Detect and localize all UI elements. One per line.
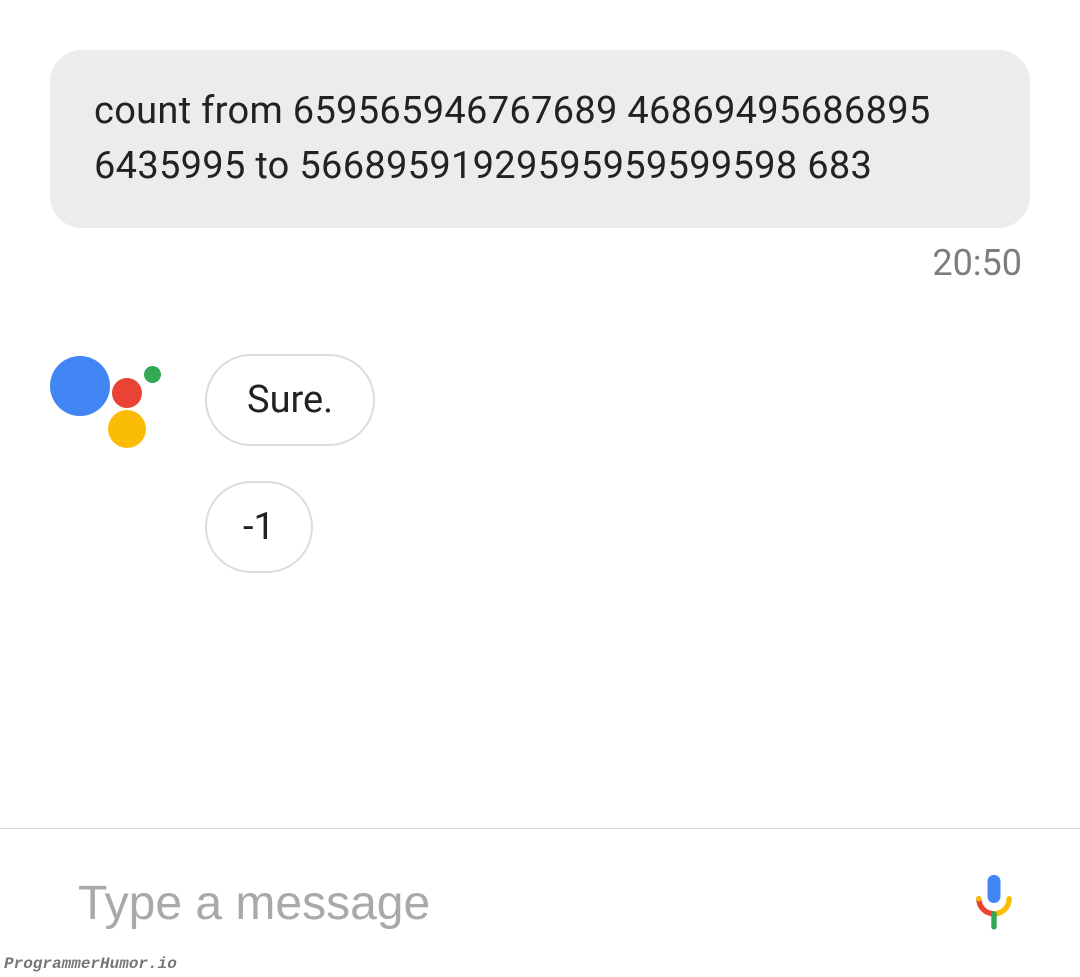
assistant-dot-blue: [50, 356, 110, 416]
chat-area: count from 659565946767689 4686949568689…: [0, 50, 1080, 573]
microphone-icon[interactable]: [968, 872, 1020, 934]
assistant-dot-yellow: [108, 410, 146, 448]
assistant-reply-text: -1: [243, 505, 275, 549]
assistant-dot-red: [112, 378, 142, 408]
watermark: ProgrammerHumor.io: [4, 955, 177, 973]
user-message-text: count from 659565946767689 4686949568689…: [94, 89, 931, 188]
assistant-reply-bubble[interactable]: Sure.: [205, 354, 375, 446]
assistant-responses: Sure. -1: [205, 354, 375, 573]
google-assistant-icon: [50, 354, 175, 454]
assistant-reply-text: Sure.: [247, 378, 333, 422]
assistant-dot-green: [144, 366, 161, 383]
assistant-reply-bubble[interactable]: -1: [205, 481, 313, 573]
assistant-row: Sure. -1: [50, 354, 1030, 573]
message-input[interactable]: [78, 876, 968, 931]
user-message-bubble: count from 659565946767689 4686949568689…: [50, 50, 1030, 228]
message-timestamp: 20:50: [50, 242, 1030, 284]
